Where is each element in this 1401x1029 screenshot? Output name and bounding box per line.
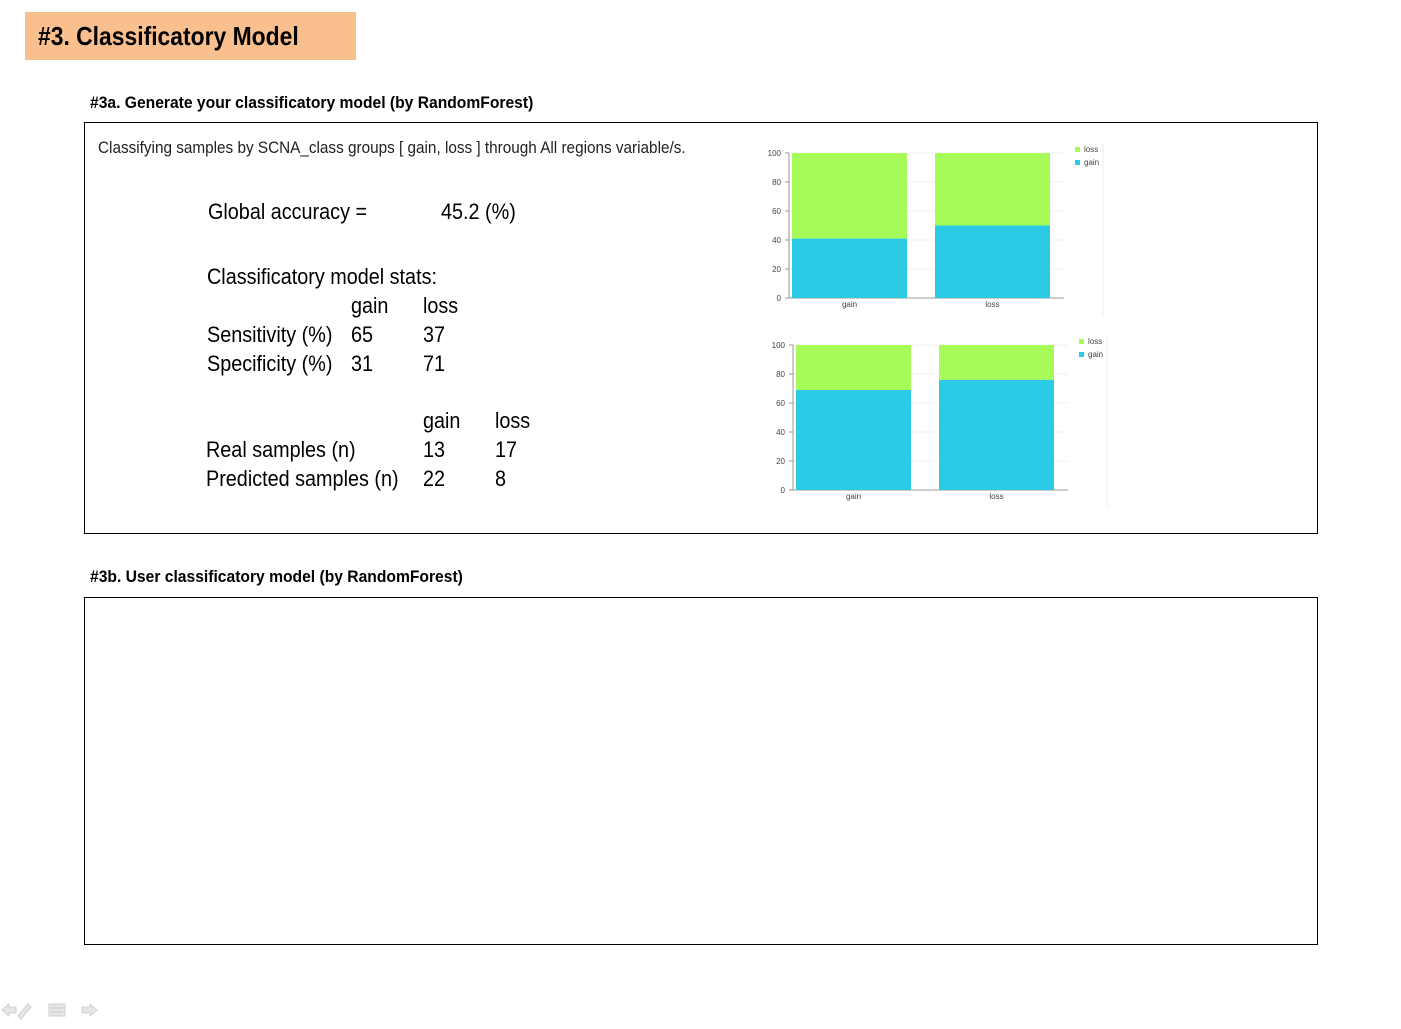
legend-swatch-loss	[1075, 147, 1080, 152]
stacked-bar-chart-predicted: 0 20 40 60 80 100 gain loss loss gain	[763, 335, 1108, 510]
back-arrow-icon[interactable]	[1, 1002, 17, 1018]
specificity-gain: 31	[351, 351, 374, 376]
specificity-loss: 71	[423, 351, 446, 376]
sensitivity-label: Sensitivity (%)	[207, 322, 333, 347]
forward-arrow-icon[interactable]	[81, 1002, 98, 1018]
y-tick-label: 60	[776, 399, 785, 408]
x-tick-label: loss	[989, 492, 1003, 501]
y-tick-label: 40	[776, 428, 785, 437]
y-tick-label: 60	[772, 207, 781, 216]
samples-header-loss: loss	[495, 408, 531, 433]
classification-description: Classifying samples by SCNA_class groups…	[98, 138, 686, 157]
real-samples-gain: 13	[423, 437, 446, 462]
samples-header-gain: gain	[423, 408, 461, 433]
predicted-samples-loss: 8	[495, 466, 507, 491]
real-samples-label: Real samples (n)	[206, 437, 356, 462]
y-tick-label: 0	[781, 486, 786, 495]
legend-swatch-loss	[1079, 339, 1084, 344]
page-title: #3. Classificatory Model	[25, 12, 356, 60]
bar-loss-gain	[792, 153, 907, 239]
chart-svg: 0 20 40 60 80 100 gain loss loss gain	[768, 143, 1104, 315]
chart-svg: 0 20 40 60 80 100 gain loss loss gain	[772, 335, 1108, 507]
y-tick-label: 80	[772, 178, 781, 187]
x-tick-label: loss	[985, 300, 999, 309]
y-tick-label: 80	[776, 370, 785, 379]
legend-swatch-gain	[1079, 352, 1084, 357]
bar-loss-loss	[935, 153, 1050, 226]
predicted-samples-label: Predicted samples (n)	[206, 466, 399, 491]
sensitivity-loss: 37	[423, 322, 446, 347]
global-accuracy-value: 45.2 (%)	[441, 199, 516, 224]
legend-label-gain: gain	[1088, 350, 1103, 359]
y-tick-label: 0	[777, 294, 782, 303]
stats-header-loss: loss	[423, 293, 459, 318]
bar-gain-loss	[935, 225, 1050, 298]
legend-label-loss: loss	[1084, 145, 1098, 154]
pen-icon[interactable]	[17, 1003, 32, 1020]
slide-navigation	[0, 998, 110, 1022]
user-model-panel	[84, 597, 1318, 945]
y-tick-label: 20	[772, 265, 781, 274]
predicted-samples-gain: 22	[423, 466, 446, 491]
y-tick-label: 20	[776, 457, 785, 466]
x-tick-label: gain	[846, 492, 861, 501]
legend-swatch-gain	[1075, 160, 1080, 165]
menu-icon[interactable]	[48, 1003, 66, 1017]
x-tick-label: gain	[842, 300, 857, 309]
bar-gain-gain	[792, 238, 907, 298]
model-result-panel: Classifying samples by SCNA_class groups…	[84, 122, 1318, 534]
sensitivity-gain: 65	[351, 322, 374, 347]
legend-label-gain: gain	[1084, 158, 1099, 167]
y-tick-label: 40	[772, 236, 781, 245]
stats-title: Classificatory model stats:	[207, 264, 437, 289]
bar-loss-loss	[939, 345, 1054, 380]
section-heading-3a: #3a. Generate your classificatory model …	[90, 93, 534, 112]
legend-label-loss: loss	[1088, 337, 1102, 346]
stacked-bar-chart-real: 0 20 40 60 80 100 gain loss loss gain	[759, 143, 1104, 318]
real-samples-loss: 17	[495, 437, 518, 462]
bar-gain-gain	[796, 389, 911, 490]
bar-loss-gain	[796, 345, 911, 390]
stats-header-gain: gain	[351, 293, 389, 318]
y-tick-label: 100	[772, 341, 786, 350]
specificity-label: Specificity (%)	[207, 351, 333, 376]
y-tick-label: 100	[768, 149, 782, 158]
section-heading-3b: #3b. User classificatory model (by Rando…	[90, 567, 463, 586]
global-accuracy-label: Global accuracy =	[208, 199, 368, 224]
bar-gain-loss	[939, 379, 1054, 490]
